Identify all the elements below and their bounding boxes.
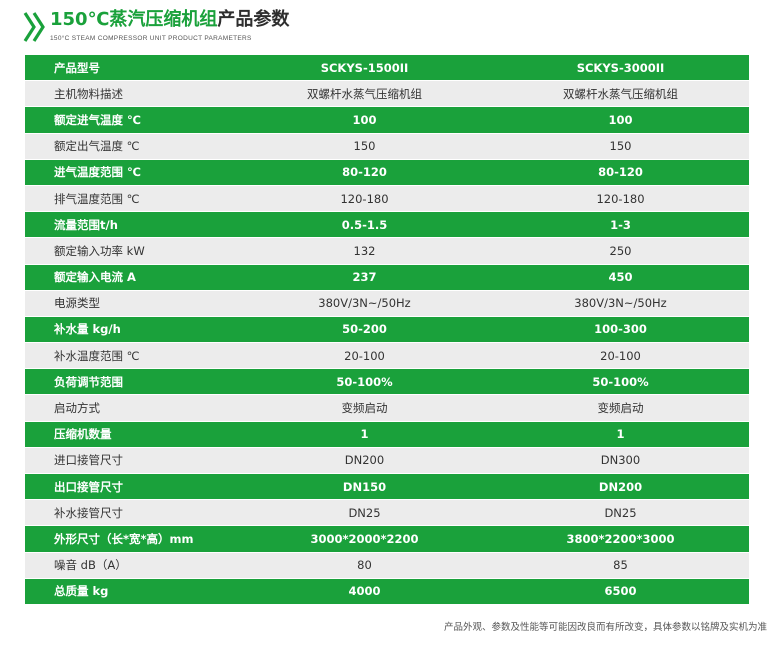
value-model-2: 双螺杆水蒸气压缩机组: [563, 86, 678, 101]
value-model-1: 50-100%: [336, 374, 393, 389]
row-label: 出口接管尺寸: [54, 479, 123, 494]
row-label: 压缩机数量: [54, 427, 112, 442]
value-model-1: DN25: [348, 505, 381, 520]
row-label: 额定输入电流 A: [54, 270, 136, 285]
value-model-2: 3800*2200*3000: [566, 531, 675, 546]
page-subtitle: 150°C STEAM COMPRESSOR UNIT PRODUCT PARA…: [50, 35, 252, 42]
row-label: 流量范围t/h: [54, 217, 118, 232]
footnote: 产品外观、参数及性能等可能因改良而有所改变，具体参数以铭牌及实机为准: [443, 622, 767, 633]
value-model-2: DN300: [600, 453, 641, 468]
table-row: 排气温度范围 ℃ 120-180 120-180: [25, 185, 749, 213]
page-title: 150℃蒸汽压缩机组产品参数: [50, 8, 289, 32]
value-model-2: DN25: [604, 505, 637, 520]
value-model-1: 237: [352, 270, 377, 285]
value-model-1: 150: [353, 139, 376, 154]
table-row: 总质量 kg 4000 6500: [25, 578, 749, 605]
value-model-2: 80-120: [598, 165, 643, 180]
table-row: 额定进气温度 ℃ 100 100: [25, 107, 749, 134]
table-row: 噪音 dB（A） 80 85: [25, 552, 749, 579]
value-model-1: 100: [352, 112, 377, 127]
value-model-1: 80-120: [342, 165, 387, 180]
value-model-1: 132: [353, 243, 376, 258]
table-row: 额定输入电流 A 237 450: [25, 264, 749, 291]
row-label: 进气温度范围 ℃: [54, 165, 141, 180]
table-row: 产品型号 SCKYS-1500II SCKYS-3000II: [25, 55, 749, 82]
value-model-2: 85: [613, 558, 628, 573]
row-label: 补水温度范围 ℃: [54, 348, 140, 363]
page-header: 150℃蒸汽压缩机组产品参数 150°C STEAM COMPRESSOR UN…: [22, 8, 762, 48]
value-model-2: 450: [608, 270, 633, 285]
table-row: 流量范围t/h 0.5-1.5 1-3: [25, 212, 749, 239]
value-model-2: DN200: [598, 479, 643, 494]
value-model-1: 4000: [348, 584, 381, 599]
value-model-1: 50-200: [342, 322, 387, 337]
table-row: 额定输入功率 kW 132 250: [25, 238, 749, 265]
value-model-2: 50-100%: [592, 374, 649, 389]
row-label: 产品型号: [54, 60, 100, 75]
table-row: 出口接管尺寸 DN150 DN200: [25, 474, 749, 501]
table-row: 补水量 kg/h 50-200 100-300: [25, 316, 749, 344]
value-model-2: 250: [609, 243, 632, 258]
value-model-2: 变频启动: [597, 401, 644, 416]
value-model-1: DN200: [344, 453, 385, 468]
table-row: 进口接管尺寸 DN200 DN300: [25, 447, 749, 474]
row-label: 补水量 kg/h: [54, 322, 121, 337]
table-row: 负荷调节范围 50-100% 50-100%: [25, 369, 749, 396]
row-label: 启动方式: [54, 401, 100, 416]
title-params-label: 产品参数: [217, 9, 290, 30]
row-label: 额定进气温度 ℃: [54, 112, 141, 127]
value-model-1: 20-100: [344, 348, 385, 363]
value-model-2: 6500: [604, 584, 637, 599]
value-model-2: 380V/3N~/50Hz: [574, 296, 667, 311]
value-model-1: 80: [357, 558, 372, 573]
table-row: 电源类型 380V/3N~/50Hz 380V/3N~/50Hz: [25, 290, 749, 317]
row-label: 总质量 kg: [54, 584, 109, 599]
table-row: 启动方式 变频启动 变频启动: [25, 395, 749, 422]
value-model-2: 120-180: [596, 191, 645, 206]
value-model-1: SCKYS-1500II: [320, 60, 409, 75]
value-model-2: 150: [609, 139, 632, 154]
value-model-1: 3000*2000*2200: [310, 531, 419, 546]
value-model-2: 1-3: [610, 217, 631, 232]
row-label: 排气温度范围 ℃: [54, 191, 140, 206]
row-label: 额定出气温度 ℃: [54, 139, 140, 154]
value-model-2: 100-300: [594, 322, 647, 337]
value-model-2: 100: [608, 112, 633, 127]
value-model-2: 20-100: [600, 348, 641, 363]
value-model-1: 0.5-1.5: [341, 217, 388, 232]
table-row: 额定出气温度 ℃ 150 150: [25, 133, 749, 160]
row-label: 额定输入功率 kW: [54, 243, 145, 258]
table-row: 补水接管尺寸 DN25 DN25: [25, 500, 749, 527]
value-model-1: 120-180: [340, 191, 389, 206]
row-label: 补水接管尺寸: [54, 505, 123, 520]
row-label: 外形尺寸（长*宽*高）mm: [54, 531, 194, 546]
double-chevron-icon: [23, 12, 45, 42]
value-model-1: 380V/3N~/50Hz: [318, 296, 411, 311]
row-label: 噪音 dB（A）: [54, 558, 127, 573]
table-row: 进气温度范围 ℃ 80-120 80-120: [25, 159, 749, 186]
value-model-1: DN150: [342, 479, 387, 494]
value-model-2: SCKYS-3000II: [576, 60, 665, 75]
value-model-2: 1: [616, 427, 625, 442]
row-label: 电源类型: [54, 296, 100, 311]
table-row: 外形尺寸（长*宽*高）mm 3000*2000*2200 3800*2200*300…: [25, 526, 749, 553]
spec-table: 产品型号 SCKYS-1500II SCKYS-3000II 主机物料描述 双螺杆水蒸气…: [25, 55, 749, 605]
value-model-1: 1: [360, 427, 369, 442]
table-row: 主机物料描述 双螺杆水蒸气压缩机组 双螺杆水蒸气压缩机组: [25, 81, 749, 108]
row-label: 负荷调节范围: [54, 374, 123, 389]
row-label: 主机物料描述: [54, 86, 123, 101]
value-model-1: 双螺杆水蒸气压缩机组: [307, 86, 422, 101]
table-row: 补水温度范围 ℃ 20-100 20-100: [25, 343, 749, 370]
value-model-1: 变频启动: [341, 401, 388, 416]
title-product-name: 150℃蒸汽压缩机组: [50, 9, 218, 30]
row-label: 进口接管尺寸: [54, 453, 123, 468]
table-row: 压缩机数量 1 1: [25, 421, 749, 448]
